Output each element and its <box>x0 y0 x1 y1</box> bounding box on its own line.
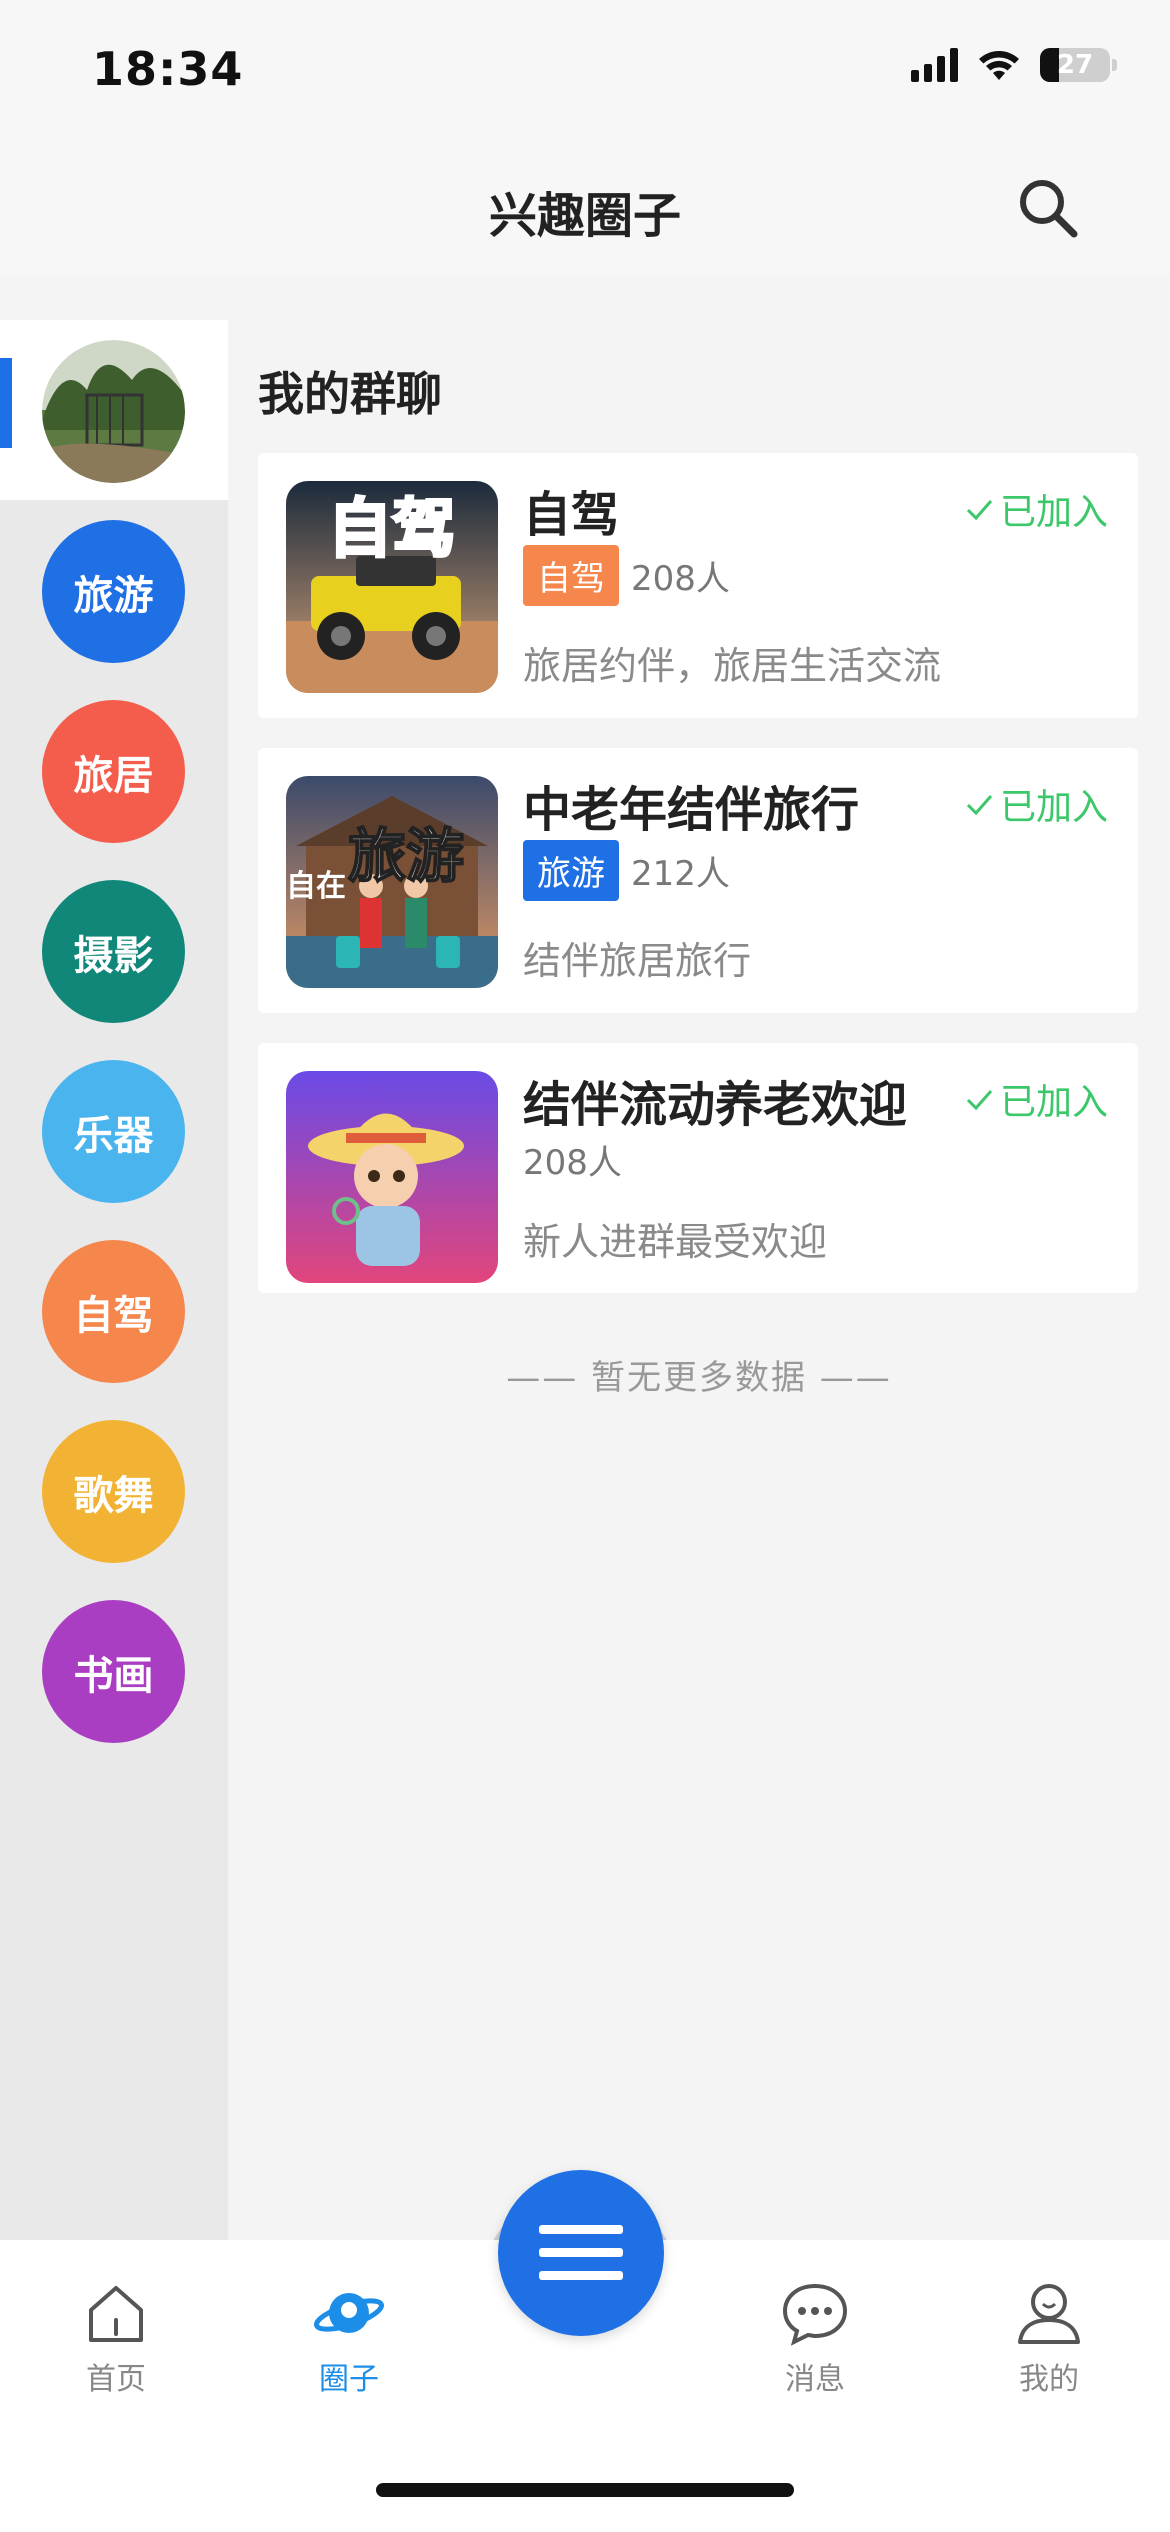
tab-mine[interactable]: 我的 <box>979 2280 1119 2398</box>
thumbnail-text-small: 自在 <box>286 869 346 904</box>
category-travel: 旅游 <box>42 520 185 663</box>
check-icon <box>966 500 993 521</box>
group-thumbnail: 自驾 <box>286 481 498 693</box>
group-thumbnail <box>286 1071 498 1283</box>
group-tag: 自驾 <box>523 545 619 606</box>
member-count: 212人 <box>631 854 730 894</box>
check-icon <box>966 795 993 816</box>
member-count: 208人 <box>631 559 730 599</box>
status-icons: 27 <box>911 48 1117 82</box>
group-meta: 自驾 208人 <box>523 545 730 606</box>
thumbnail-text: 自驾 <box>328 493 456 567</box>
tab-home[interactable]: 首页 <box>46 2280 186 2398</box>
status-time: 18:34 <box>92 42 244 96</box>
category-sidebar: 旅游 旅居 摄影 乐器 自驾 歌舞 书画 <box>0 320 228 2240</box>
group-name: 结伴流动养老欢迎 <box>523 1077 908 1133</box>
sidebar-item-travel[interactable]: 旅游 <box>0 500 228 680</box>
avatar <box>42 340 185 483</box>
group-meta: 208人 <box>523 1135 622 1184</box>
section-title: 我的群聊 <box>258 367 442 421</box>
nav-bar: 兴趣圈子 <box>0 140 1170 275</box>
tab-circles[interactable]: 圈子 <box>279 2280 419 2398</box>
category-photography: 摄影 <box>42 880 185 1023</box>
group-description: 新人进群最受欢迎 <box>523 1220 828 1264</box>
tab-label: 首页 <box>86 2362 146 2397</box>
tab-messages[interactable]: 消息 <box>745 2280 885 2398</box>
check-icon <box>966 1090 993 1111</box>
tab-label: 圈子 <box>319 2362 379 2397</box>
group-card[interactable]: 结伴流动养老欢迎 已加入 208人 新人进群最受欢迎 <box>258 1043 1138 1293</box>
home-indicator <box>376 2483 794 2497</box>
thumbnail-text: 旅游 <box>348 822 464 890</box>
group-tag: 旅游 <box>523 840 619 901</box>
battery-level: 27 <box>1056 50 1094 80</box>
page-title: 兴趣圈子 <box>488 188 681 244</box>
member-count: 208人 <box>523 1143 622 1183</box>
group-name: 自驾 <box>523 487 620 543</box>
tab-label: 我的 <box>1019 2362 1079 2397</box>
category-dance: 歌舞 <box>42 1420 185 1563</box>
signal-icon <box>911 48 958 82</box>
joined-status: 已加入 <box>964 1073 1108 1125</box>
sidebar-item-calligraphy[interactable]: 书画 <box>0 1580 228 1760</box>
user-icon <box>1018 2284 1080 2344</box>
group-name: 中老年结伴旅行 <box>523 782 860 838</box>
category-sojourn: 旅居 <box>42 700 185 843</box>
category-instruments: 乐器 <box>42 1060 185 1203</box>
joined-label: 已加入 <box>999 787 1108 828</box>
joined-label: 已加入 <box>999 1082 1108 1123</box>
group-card[interactable]: 自驾 自驾 已加入 自驾 208人 旅居约伴，旅居生活交流 <box>258 453 1138 718</box>
search-icon[interactable] <box>1012 172 1084 244</box>
category-selfdrive: 自驾 <box>42 1240 185 1383</box>
joined-status: 已加入 <box>964 778 1108 830</box>
joined-label: 已加入 <box>999 492 1108 533</box>
group-meta: 旅游 212人 <box>523 840 730 901</box>
group-description: 旅居约伴，旅居生活交流 <box>523 644 942 688</box>
sidebar-item-photography[interactable]: 摄影 <box>0 860 228 1040</box>
group-thumbnail: 旅游 自在 <box>286 776 498 988</box>
status-bar: 18:34 27 <box>0 0 1170 140</box>
tab-label: 消息 <box>785 2362 845 2397</box>
active-indicator <box>0 358 12 448</box>
menu-icon <box>539 2225 623 2280</box>
sidebar-item-selfdrive[interactable]: 自驾 <box>0 1220 228 1400</box>
planet-icon <box>314 2293 384 2333</box>
no-more-data: —— 暂无更多数据 —— <box>506 1358 892 1398</box>
group-card[interactable]: 旅游 自在 中老年结伴旅行 已加入 旅游 212人 结伴旅居旅行 <box>258 748 1138 1013</box>
joined-status: 已加入 <box>964 483 1108 535</box>
menu-fab-button[interactable] <box>498 2170 664 2336</box>
group-description: 结伴旅居旅行 <box>523 939 752 983</box>
chat-icon <box>782 2283 848 2346</box>
wifi-icon <box>979 51 1019 80</box>
home-icon <box>89 2286 143 2342</box>
sidebar-item-dance[interactable]: 歌舞 <box>0 1400 228 1580</box>
category-calligraphy: 书画 <box>42 1600 185 1743</box>
sidebar-item-instruments[interactable]: 乐器 <box>0 1040 228 1220</box>
sidebar-item-my[interactable] <box>0 320 228 500</box>
battery-icon: 27 <box>1040 48 1117 82</box>
sidebar-item-sojourn[interactable]: 旅居 <box>0 680 228 860</box>
